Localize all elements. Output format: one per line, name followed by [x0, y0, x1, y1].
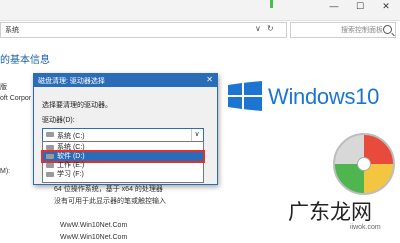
maximize-button[interactable]: ☐ [354, 1, 366, 12]
drive-icon [46, 163, 54, 168]
drive-dropdown: 系统 (C:) 软件 (D:) 工作 (E:) 学习 (F:) [41, 141, 205, 183]
chevron-down-icon[interactable]: ∨ [191, 129, 202, 141]
windows-brand-text: Windows10 [268, 84, 380, 109]
drive-option-d[interactable]: 软件 (D:) [41, 150, 205, 163]
pen-touch-value: 没有可用于此显示器的笔或触控输入 [54, 198, 166, 205]
drive-icon [46, 154, 54, 159]
drive-select-value: 系统 (C:) [57, 133, 85, 140]
chevron-down-icon[interactable]: ∨ [255, 24, 261, 33]
search-placeholder: 搜索控制面板 [341, 27, 383, 34]
title-accent [270, 0, 273, 8]
dialog-prompt: 选择要清理的驱动器。 [42, 102, 112, 109]
close-icon[interactable]: ✕ [206, 75, 213, 84]
drive-icon [46, 132, 54, 137]
drive-option-label: 工作 (E:) [57, 162, 85, 169]
close-button[interactable]: ✕ [380, 1, 392, 12]
address-text: 系统 [5, 27, 19, 34]
drive-label: 驱动器(D): [42, 117, 75, 124]
dialog-title: 磁盘清理: 驱动器选择 [38, 78, 105, 85]
memory-label: M): [0, 168, 11, 175]
drive-option-e[interactable]: 工作 (E:) [43, 161, 203, 170]
dialog-title-bar: 磁盘清理: 驱动器选择 ✕ [34, 74, 217, 87]
edition-label: 版 [0, 84, 7, 91]
watermark: 广东龙网 [288, 200, 372, 224]
drive-option-c[interactable]: 系统 (C:) [43, 143, 203, 152]
website-text: WwW.Win10Net.Com [60, 222, 128, 229]
drive-option-label: 系统 (C:) [57, 144, 85, 151]
drive-icon [46, 172, 54, 177]
watermark-sub: iiwok.com [350, 224, 381, 231]
minimize-button[interactable]: — [328, 1, 340, 12]
drive-option-f[interactable]: 学习 (F:) [43, 170, 203, 179]
system-type-value: 64 位操作系统，基于 x64 的处理器 [54, 186, 163, 193]
refresh-icon[interactable]: ↻ [267, 24, 274, 33]
disk-cleanup-dialog: 磁盘清理: 驱动器选择 ✕ 选择要清理的驱动器。 驱动器(D): 系统 (C:)… [33, 73, 218, 185]
disk-center [357, 157, 371, 171]
drive-select[interactable]: 系统 (C:) ∨ [42, 128, 204, 142]
drive-icon [46, 145, 54, 150]
search-icon[interactable] [383, 25, 392, 34]
window-controls: — ☐ ✕ [328, 1, 392, 12]
windows-logo-icon [228, 81, 262, 111]
address-bar[interactable]: 系统 ∨ ↻ [0, 22, 287, 38]
copyright-label: oft Corpor [0, 95, 32, 102]
page-title: 的基本信息 [0, 55, 50, 66]
website-text-2: WwW.Win10Net.Com [60, 234, 128, 241]
drive-option-label: 学习 (F:) [57, 171, 84, 178]
drive-option-label: 软件 (D:) [57, 153, 85, 160]
search-input[interactable]: 搜索控制面板 [290, 22, 396, 38]
